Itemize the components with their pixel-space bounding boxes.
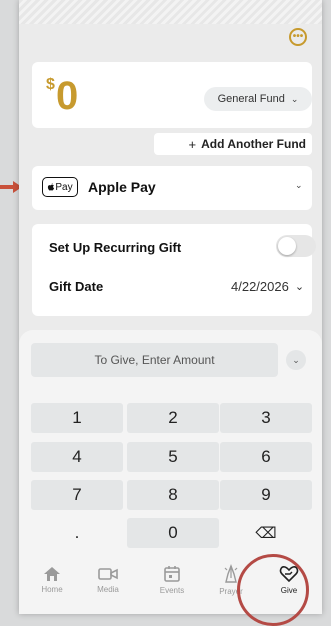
amount-card: $ 0 General Fund ⌄ [32,62,312,128]
key-3[interactable]: 3 [220,403,312,433]
payment-method-label: Apple Pay [88,179,156,195]
gift-date-selector[interactable]: 4/22/2026 ⌄ [231,279,304,294]
amount-value: 0 [56,74,79,118]
apple-pay-badge-text: Pay [55,181,73,193]
recurring-gift-label: Set Up Recurring Gift [49,240,182,255]
key-decimal[interactable]: . [31,518,123,548]
chevron-down-icon: ⌄ [294,281,305,293]
currency-symbol: $ [46,76,55,93]
chevron-down-icon: ⌄ [290,93,299,104]
nav-events[interactable]: Events [147,555,197,605]
key-7[interactable]: 7 [31,480,123,510]
fund-label: General Fund [217,93,285,105]
backspace-icon[interactable]: ⌫ [220,518,312,548]
amount-entry-placeholder: To Give, Enter Amount [94,353,215,367]
plus-icon: + [188,136,197,152]
key-4[interactable]: 4 [31,442,123,472]
toggle-knob [278,237,296,255]
home-icon [44,567,60,581]
key-2[interactable]: 2 [127,403,219,433]
gift-date-value: 4/22/2026 [231,279,289,294]
key-1[interactable]: 1 [31,403,123,433]
add-fund-label: Add Another Fund [201,137,306,151]
nav-label: Media [97,585,119,594]
collapse-keypad-icon[interactable]: ⌄ [286,350,306,370]
video-icon [98,568,118,580]
chevron-down-icon: ⌄ [295,180,303,190]
calendar-icon [164,566,180,582]
nav-label: Home [41,585,63,594]
status-bar [19,0,322,24]
apple-logo-icon [48,182,55,191]
more-options-icon[interactable]: ••• [289,28,307,46]
nav-home[interactable]: Home [27,555,77,605]
gift-options-card: Set Up Recurring Gift Gift Date 4/22/202… [32,224,316,316]
key-9[interactable]: 9 [220,480,312,510]
key-5[interactable]: 5 [127,442,219,472]
app-screen: ••• $ 0 General Fund ⌄ + Add Another Fun… [19,0,322,614]
payment-method-selector[interactable]: Pay Apple Pay ⌄ [32,166,312,210]
key-8[interactable]: 8 [127,480,219,510]
amount-entry-field[interactable]: To Give, Enter Amount [31,343,278,377]
key-6[interactable]: 6 [220,442,312,472]
apple-pay-icon: Pay [42,177,78,197]
add-fund-button[interactable]: + Add Another Fund [154,133,312,155]
fund-selector[interactable]: General Fund ⌄ [204,87,312,111]
annotation-circle [237,554,309,626]
key-0[interactable]: 0 [127,518,219,548]
nav-media[interactable]: Media [83,555,133,605]
gift-date-label: Gift Date [49,279,104,294]
nav-label: Events [159,586,185,595]
recurring-gift-toggle[interactable] [276,235,316,257]
